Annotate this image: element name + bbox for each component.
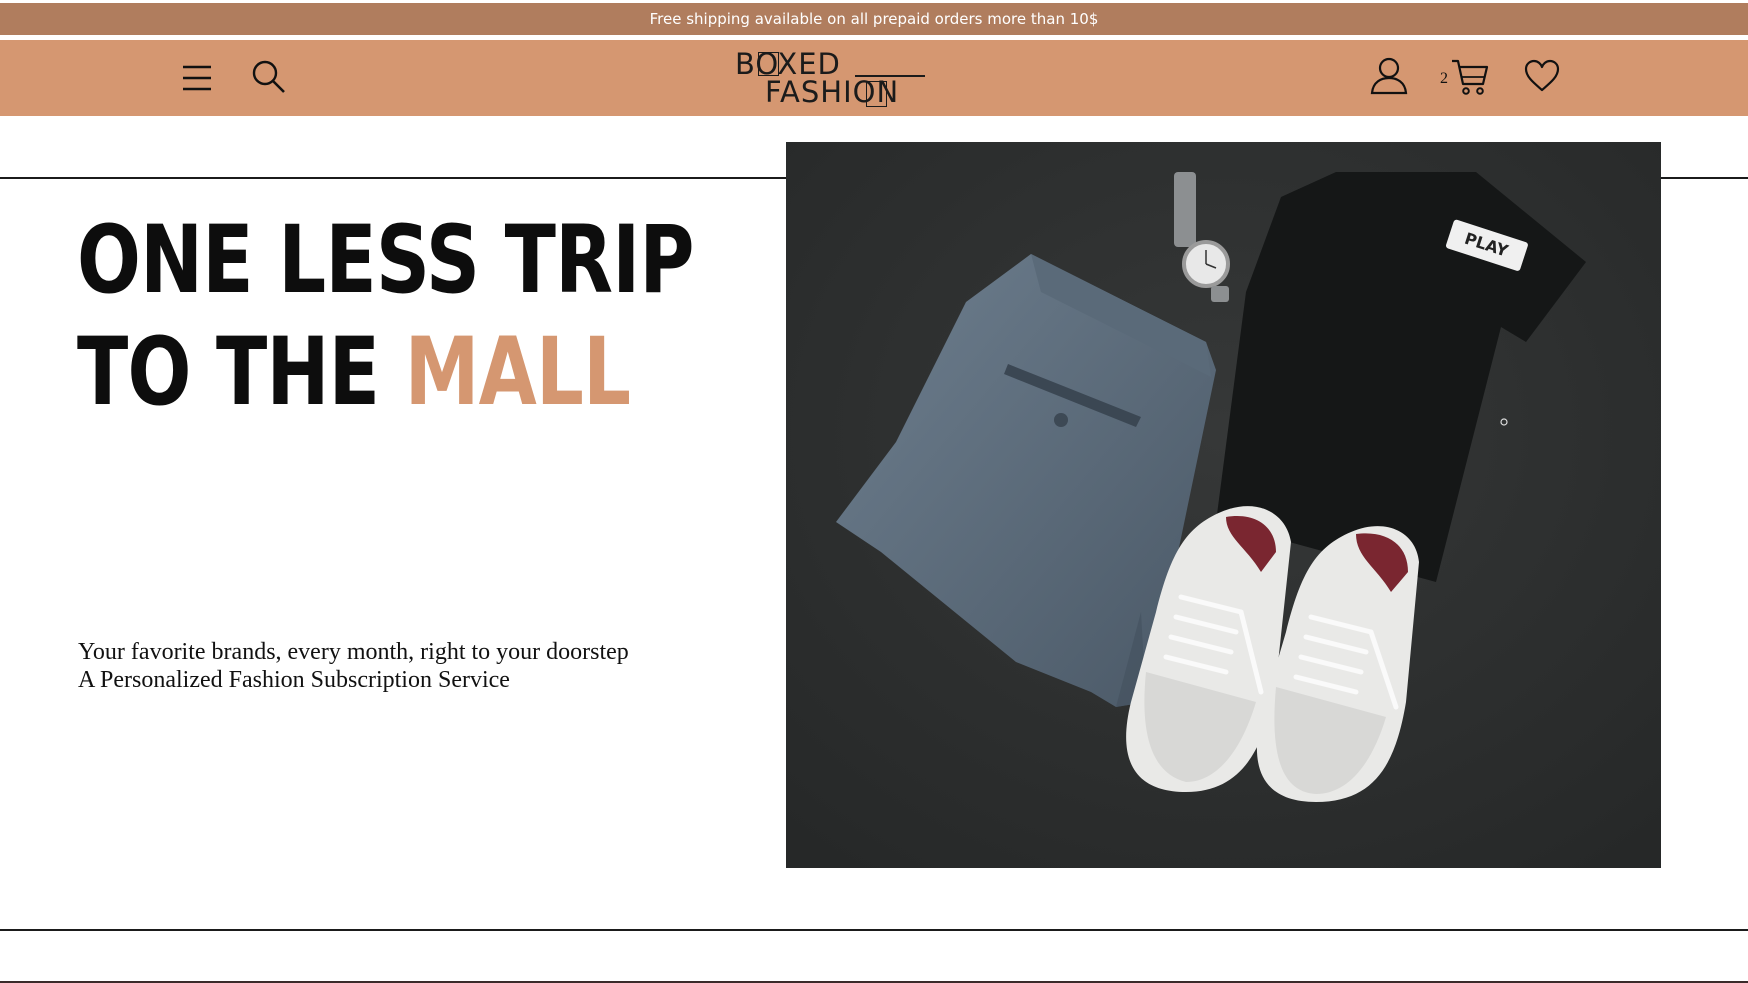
site-header: BOXED FASHION 2 xyxy=(0,40,1748,116)
headline-line2-prefix: TO THE xyxy=(77,318,405,427)
site-logo[interactable]: BOXED FASHION xyxy=(735,45,925,111)
menu-icon[interactable] xyxy=(180,58,214,98)
user-icon[interactable] xyxy=(1368,53,1410,99)
announcement-bar: Free shipping available on all prepaid o… xyxy=(0,3,1748,35)
headline-line2: TO THE MALL xyxy=(77,317,694,429)
logo-text-line2: FASHION xyxy=(765,75,900,109)
subtitle-line2: A Personalized Fashion Subscription Serv… xyxy=(78,667,510,693)
divider xyxy=(0,929,1748,931)
hero-subtitle: Your favorite brands, every month, right… xyxy=(78,638,629,694)
hero-headline: ONE LESS TRIP TO THE MALL xyxy=(77,205,695,429)
heart-icon[interactable] xyxy=(1522,55,1562,97)
cart-icon xyxy=(1452,59,1489,95)
cart-count-badge: 2 xyxy=(1440,70,1448,87)
headline-accent-word: MALL xyxy=(404,318,631,427)
hero-product-image: PLAY xyxy=(786,142,1661,868)
cart-button[interactable]: 2 xyxy=(1438,55,1490,99)
headline-line1: ONE LESS TRIP xyxy=(77,206,695,315)
announcement-text: Free shipping available on all prepaid o… xyxy=(649,10,1099,28)
search-icon[interactable] xyxy=(250,56,288,98)
subtitle-line1: Your favorite brands, every month, right… xyxy=(78,639,629,665)
